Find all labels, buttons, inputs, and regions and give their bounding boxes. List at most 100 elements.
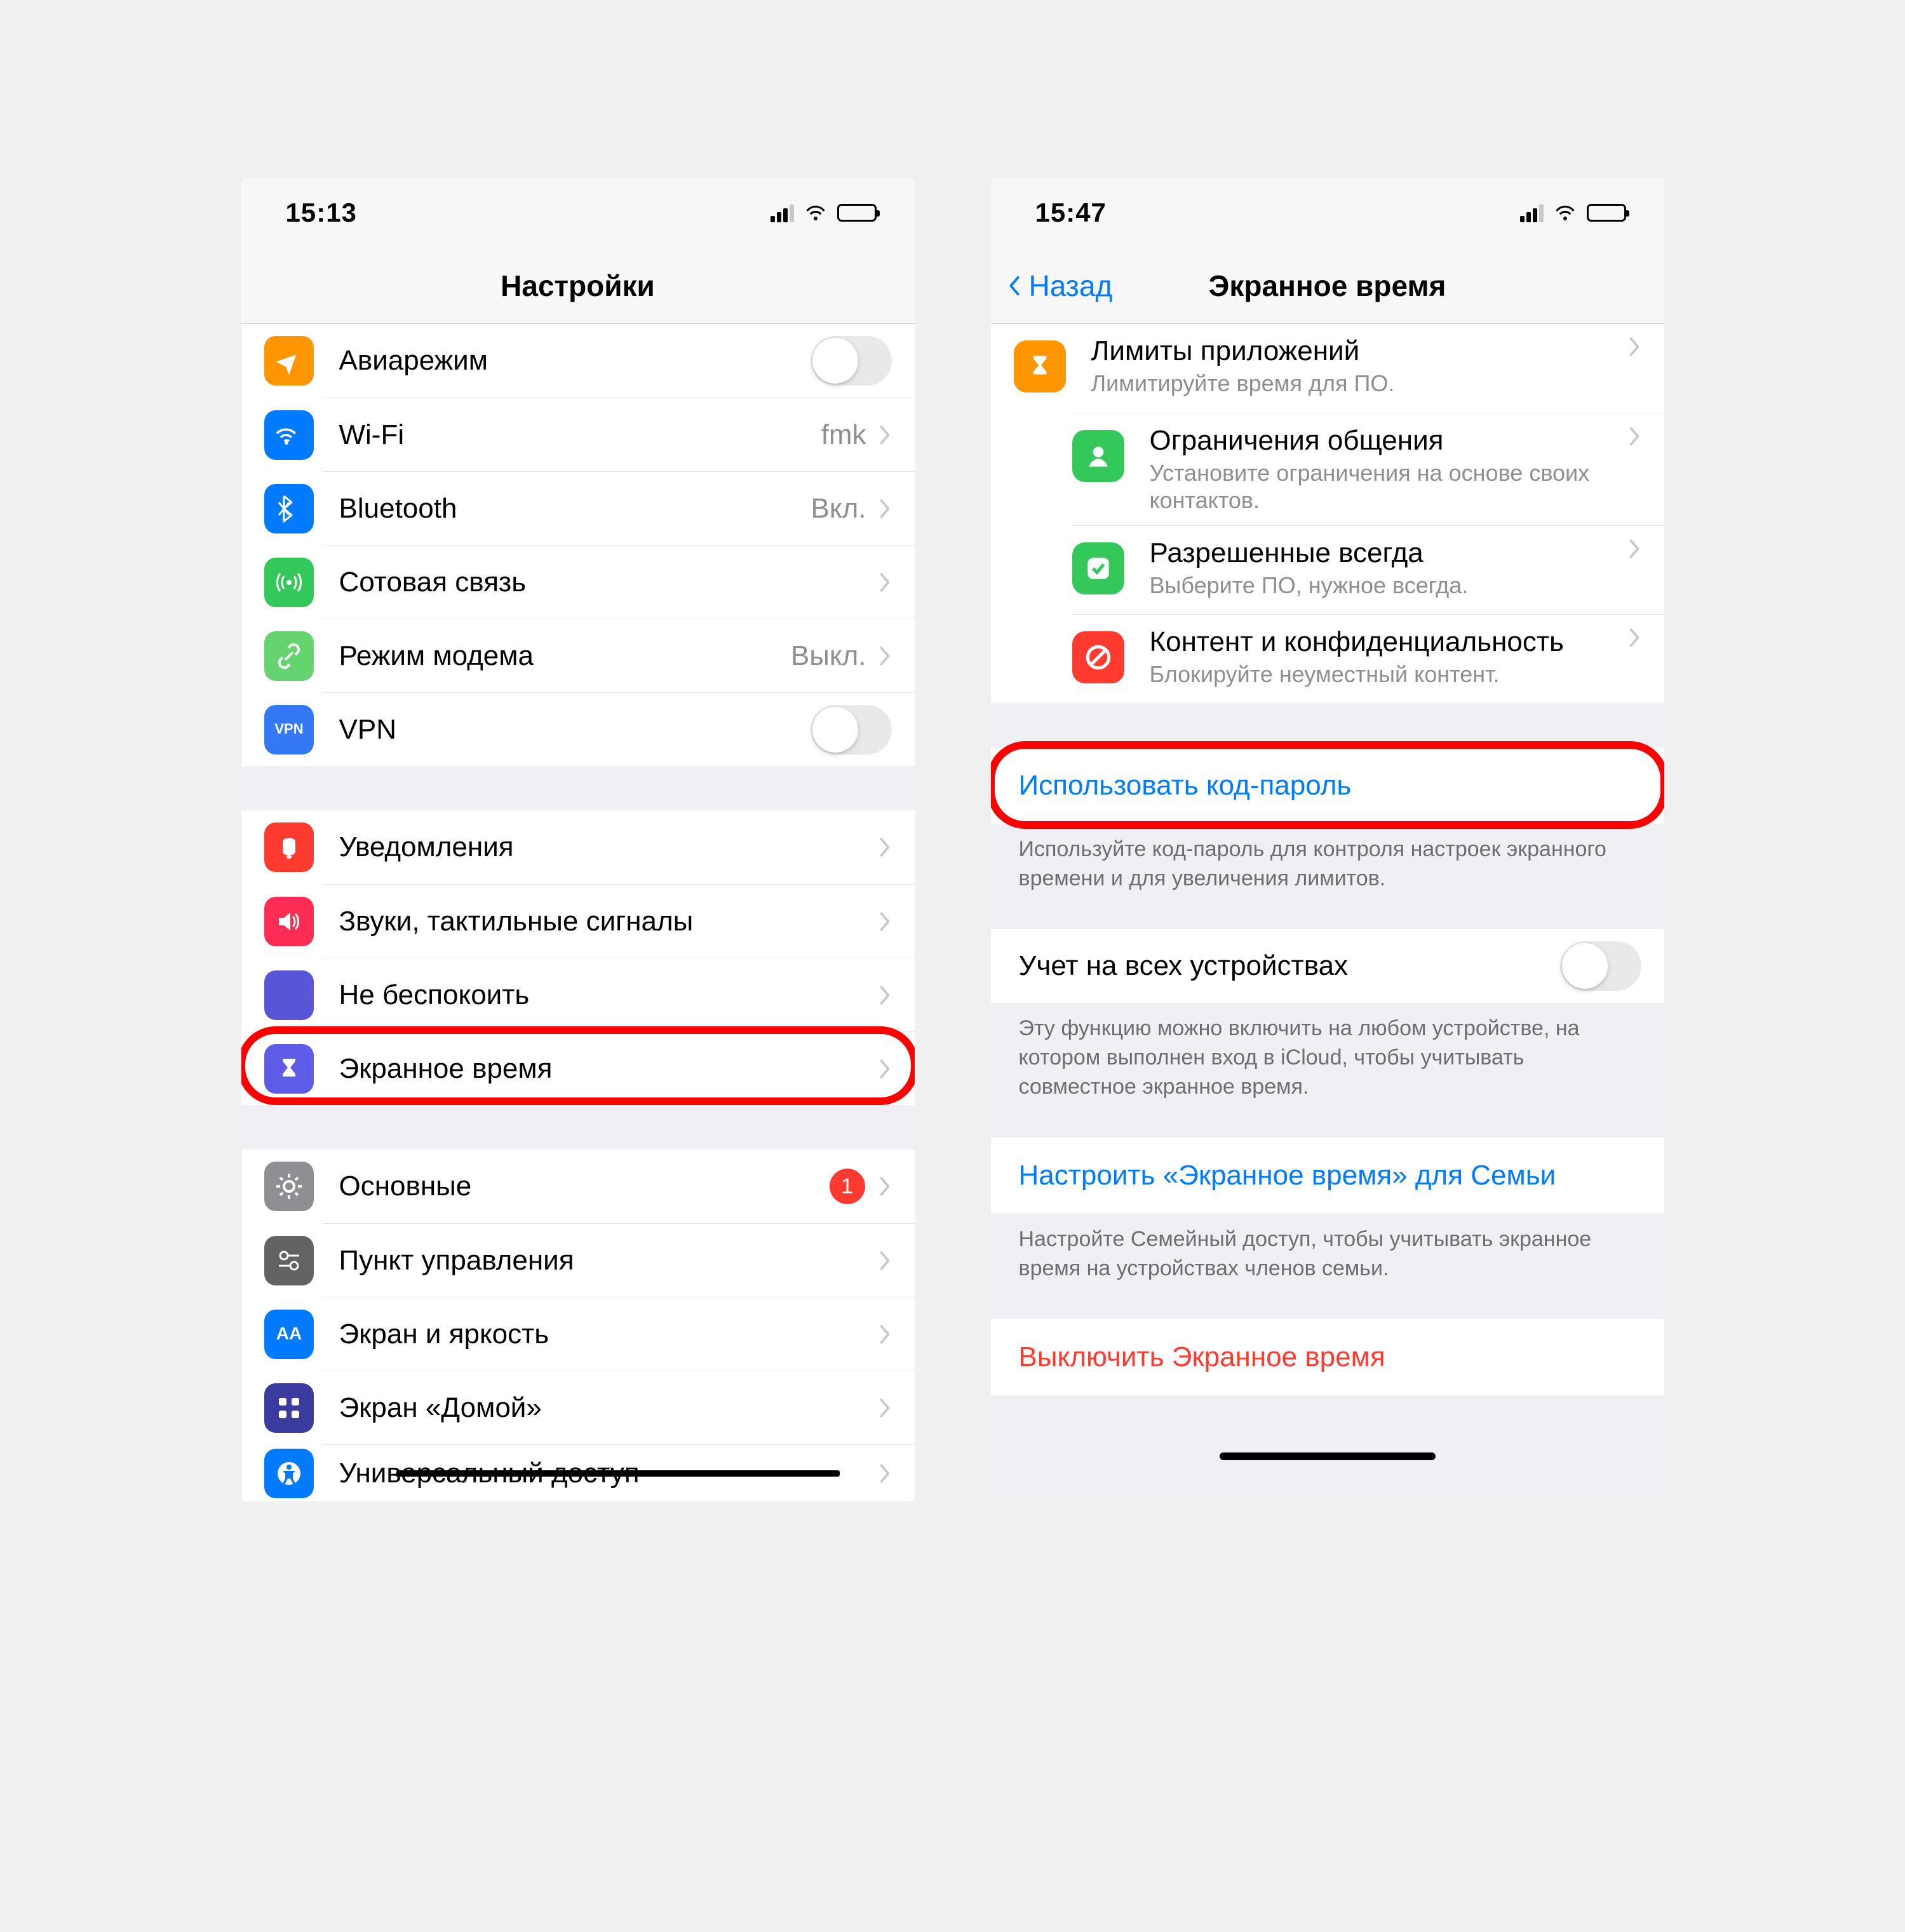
row-vpn[interactable]: VPN [323,692,915,766]
chevron-right-icon [878,1175,892,1198]
row-label: Авиарежим [339,345,811,377]
bluetooth-icon [264,484,314,533]
share-footer: Эту функцию можно включить на любом устр… [991,1003,1664,1102]
row-value: fmk [821,419,866,451]
row-sublabel: Выберите ПО, нужное всегда. [1150,572,1627,599]
row-control-center[interactable]: Пункт управления [323,1223,915,1297]
airplane-icon [264,336,314,386]
chevron-right-icon [1627,425,1641,448]
row-general[interactable]: Основные 1 [241,1150,915,1223]
navbar: Назад Экранное время [991,248,1664,324]
row-cellular[interactable]: Сотовая связь [323,545,915,619]
chevron-right-icon [878,571,892,594]
row-label: Уведомления [339,831,878,863]
vpn-icon [264,705,314,755]
screentime-screen: 15:47 Назад Экранное время Лимиты прилож… [991,178,1664,1501]
row-label: VPN [339,714,811,746]
vpn-switch[interactable] [811,705,892,755]
row-value: Вкл. [811,493,866,525]
row-display[interactable]: Экран и яркость [323,1297,915,1371]
moon-icon [264,970,314,1020]
row-sublabel: Установите ограничения на основе своих к… [1150,459,1627,514]
row-label: Bluetooth [339,493,811,525]
chevron-right-icon [878,1249,892,1272]
use-passcode-button[interactable]: Использовать код-пароль [991,748,1664,824]
row-label: Экран «Домой» [339,1392,878,1424]
family-group: Настроить «Экранное время» для Семьи [991,1137,1664,1214]
row-notifications[interactable]: Уведомления [241,810,915,884]
row-label: Контент и конфиденциальность [1150,626,1627,658]
antenna-icon [264,558,314,607]
chevron-right-icon [878,910,892,933]
wifi-status-icon [1552,203,1578,222]
row-home[interactable]: Экран «Домой» [323,1371,915,1444]
chevron-right-icon [878,645,892,667]
navbar: Настройки [241,248,915,324]
chevron-right-icon [878,1323,892,1346]
status-icons [1520,203,1626,222]
signal-icon [1520,203,1544,222]
row-share-across[interactable]: Учет на всех устройствах [991,929,1664,1003]
row-comm-limits[interactable]: Ограничения общения Установите ограничен… [1072,413,1664,525]
status-icons [771,203,877,222]
row-accessibility[interactable]: Универсальный доступ [323,1444,915,1501]
battery-icon [1587,204,1626,222]
row-value: Выкл. [791,640,866,672]
contact-icon [1072,430,1124,482]
switches-icon [264,1236,314,1285]
row-hotspot[interactable]: Режим модема Выкл. [323,619,915,692]
button-label: Выключить Экранное время [1019,1341,1641,1373]
turnoff-group: Выключить Экранное время [991,1319,1664,1395]
row-label: Wi-Fi [339,419,821,451]
row-dnd[interactable]: Не беспокоить [323,958,915,1031]
home-indicator[interactable] [1220,1452,1436,1460]
gear-icon [264,1162,314,1211]
turn-off-button[interactable]: Выключить Экранное время [991,1319,1664,1395]
chevron-right-icon [1627,335,1641,358]
row-bluetooth[interactable]: Bluetooth Вкл. [323,471,915,545]
settings-group-1: Авиарежим Wi-Fi fmk Bluetooth Вкл. Сотов… [241,324,915,766]
page-title: Экранное время [1209,269,1446,303]
row-label: Основные [339,1171,830,1202]
share-switch[interactable] [1560,941,1641,991]
settings-group-2: Уведомления Звуки, тактильные сигналы Не… [241,810,915,1105]
back-button[interactable]: Назад [1004,269,1113,303]
chevron-right-icon [878,1462,892,1485]
chevron-right-icon [878,497,892,520]
chevron-right-icon [878,1397,892,1419]
row-label: Звуки, тактильные сигналы [339,906,878,937]
chevron-right-icon [878,836,892,859]
airplane-switch[interactable] [811,336,892,386]
wifi-icon [264,410,314,460]
chevron-right-icon [878,984,892,1007]
chevron-right-icon [878,1057,892,1080]
row-app-limits[interactable]: Лимиты приложений Лимитируйте время для … [991,324,1664,413]
row-wifi[interactable]: Wi-Fi fmk [323,398,915,471]
text-size-icon [264,1310,314,1359]
share-group: Учет на всех устройствах [991,929,1664,1003]
row-screentime[interactable]: Экранное время [323,1031,915,1105]
link-icon [264,631,314,681]
row-label: Экранное время [339,1053,878,1085]
hourglass-icon [264,1044,314,1094]
row-content[interactable]: Контент и конфиденциальность Блокируйте … [1072,614,1664,703]
row-label: Лимиты приложений [1091,335,1627,367]
row-label: Учет на всех устройствах [1019,950,1560,982]
chevron-right-icon [1627,537,1641,560]
row-always-allowed[interactable]: Разрешенные всегда Выберите ПО, нужное в… [1072,525,1664,614]
signal-icon [771,203,794,222]
button-label: Настроить «Экранное время» для Семьи [1019,1160,1641,1191]
button-label: Использовать код-пароль [1019,770,1641,802]
row-airplane[interactable]: Авиарежим [241,324,915,398]
row-sounds[interactable]: Звуки, тактильные сигналы [323,884,915,958]
settings-screen: 15:13 Настройки Авиарежим Wi-Fi fmk Blue… [241,178,915,1501]
setup-family-button[interactable]: Настроить «Экранное время» для Семьи [991,1137,1664,1214]
family-footer: Настройте Семейный доступ, чтобы учитыва… [991,1214,1664,1284]
status-time: 15:47 [1035,198,1107,228]
check-shield-icon [1072,542,1124,594]
passcode-group: Использовать код-пароль [991,748,1664,824]
chevron-right-icon [878,424,892,446]
row-label: Разрешенные всегда [1150,537,1627,569]
home-grid-icon [264,1383,314,1433]
hourglass-icon [1014,340,1066,392]
